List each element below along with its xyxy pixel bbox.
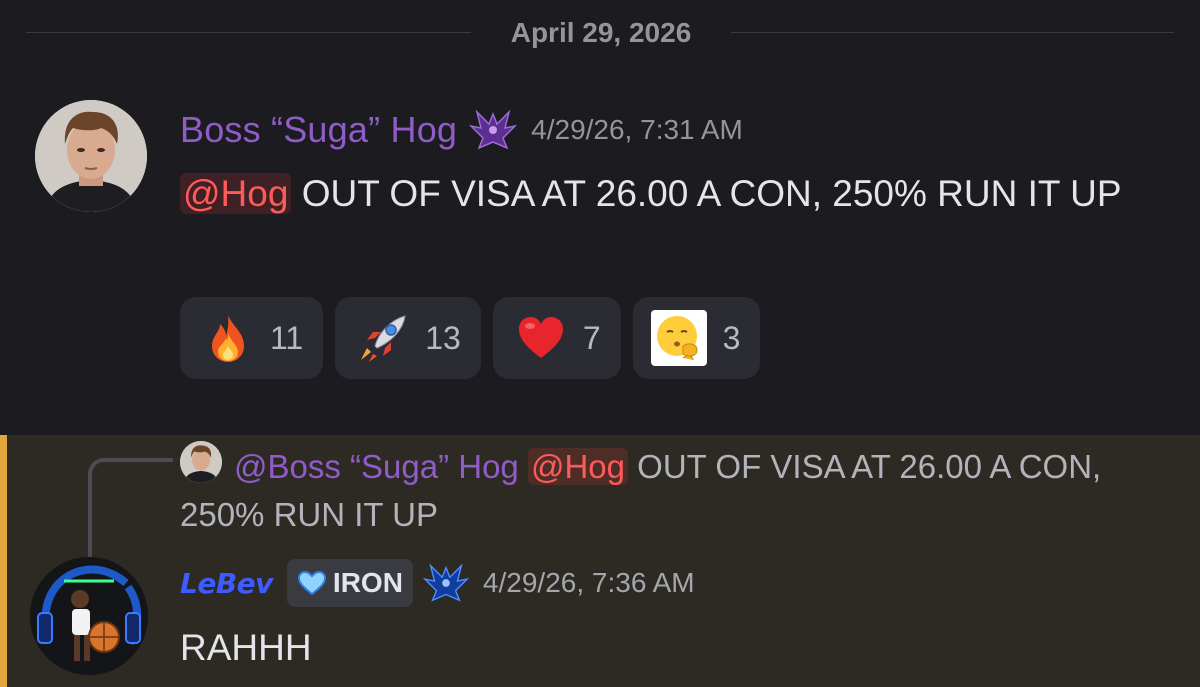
avatar[interactable] xyxy=(30,557,148,675)
username[interactable]: Boss “Suga” Hog xyxy=(180,109,457,151)
user-mention[interactable]: @Hog xyxy=(527,448,629,485)
reaction-heart[interactable]: 7 xyxy=(492,297,621,379)
avatar-portrait-icon xyxy=(35,100,147,212)
guild-tag-label: IRON xyxy=(332,567,403,598)
user-mention[interactable]: @Hog xyxy=(180,173,292,214)
reaction-rocket[interactable]: 13 xyxy=(335,297,481,379)
blue-phoenix-icon xyxy=(422,560,470,606)
username[interactable]: LeBev xyxy=(180,567,273,600)
message-content: @Hog OUT OF VISA AT 26.00 A CON, 250% RU… xyxy=(180,166,1170,222)
reply-preview[interactable]: @Boss “Suga” Hog @Hog OUT OF VISA AT 26.… xyxy=(180,443,1140,539)
reaction-count: 13 xyxy=(425,319,461,356)
rocket-emoji-icon xyxy=(357,312,409,364)
divider-line-left xyxy=(26,32,471,33)
reply-spine xyxy=(88,458,173,568)
reaction-count: 3 xyxy=(722,319,741,356)
divider-line-right xyxy=(731,32,1174,33)
chat-view: April 29, 2026 Boss “Suga” Hog 4/29/26, … xyxy=(0,0,1200,687)
date-divider-label: April 29, 2026 xyxy=(510,17,692,48)
blue-heart-icon xyxy=(297,570,327,596)
timestamp: 4/29/26, 7:36 AM xyxy=(482,567,695,598)
reaction-fire[interactable]: 11 xyxy=(180,297,324,379)
message-content: RAHHH xyxy=(180,627,312,668)
reaction-count: 7 xyxy=(582,319,601,356)
reaction-count: 11 xyxy=(270,319,304,356)
reaction-shushing-face[interactable]: 3 xyxy=(632,297,761,379)
message-highlighted[interactable]: @Boss “Suga” Hog @Hog OUT OF VISA AT 26.… xyxy=(0,435,1200,687)
message-header: LeBev IRON 4/29/26, 7:36 AM xyxy=(180,557,695,609)
date-divider: April 29, 2026 xyxy=(26,14,1174,50)
message-text: OUT OF VISA AT 26.00 A CON, 250% RUN IT … xyxy=(291,173,1122,214)
timestamp: 4/29/26, 7:31 AM xyxy=(531,114,743,145)
avatar[interactable] xyxy=(35,100,147,212)
avatar-basketball-player-icon xyxy=(30,557,148,675)
mention-highlight-bar xyxy=(0,435,7,687)
purple-phoenix-icon xyxy=(468,108,518,152)
shushing-face-emoji-icon xyxy=(650,310,707,366)
fire-emoji-icon xyxy=(202,312,254,364)
red-heart-emoji-icon xyxy=(515,312,567,364)
reactions-bar: 11 13 7 3 xyxy=(180,297,761,379)
message[interactable]: Boss “Suga” Hog 4/29/26, 7:31 AM @Hog OU… xyxy=(0,90,1200,435)
reply-username[interactable]: @Boss “Suga” Hog xyxy=(234,448,519,485)
guild-tag[interactable]: IRON xyxy=(286,559,413,607)
message-header: Boss “Suga” Hog 4/29/26, 7:31 AM xyxy=(180,108,743,152)
